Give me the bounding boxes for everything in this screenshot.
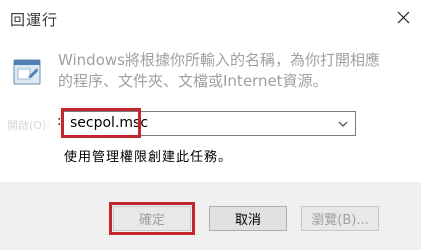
description-text: Windows將根據你所輸入的名稱，為你打開相應的程序、文件夾、文檔或Inter… — [58, 51, 380, 90]
chevron-down-icon — [338, 121, 348, 127]
open-label: : — [57, 114, 62, 129]
browse-button[interactable]: 瀏覽(B)... — [301, 206, 379, 231]
command-combobox[interactable]: secpol.msc — [63, 111, 356, 136]
close-button[interactable] — [385, 0, 421, 34]
close-icon — [397, 11, 409, 23]
cancel-button[interactable]: 取消 — [209, 206, 287, 231]
open-label-ghost: 開啟(O): — [7, 119, 50, 132]
run-dialog: 回運行 Windows將根據你所輸入的名稱，為你打開相應的程序、文件夾、文檔或I… — [0, 0, 421, 250]
title-bar: 回運行 — [0, 0, 421, 36]
ok-button[interactable]: 確定 — [113, 206, 191, 231]
window-title: 回運行 — [10, 11, 59, 29]
admin-note: 使用管理權限創建此任務。 — [64, 150, 233, 165]
run-icon — [13, 59, 41, 85]
command-input[interactable]: secpol.msc — [70, 115, 148, 131]
dropdown-button[interactable] — [333, 112, 353, 135]
